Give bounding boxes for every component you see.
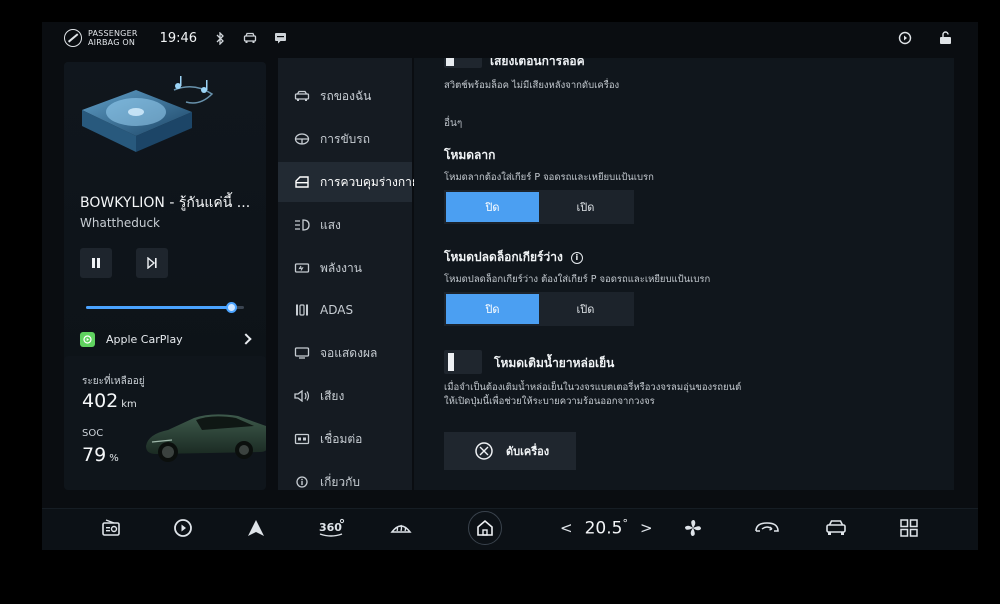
progress-knob[interactable] <box>226 302 238 313</box>
temp-increase-button[interactable]: > <box>640 519 653 537</box>
info-icon[interactable]: i <box>570 251 583 264</box>
home-button[interactable] <box>468 511 502 545</box>
soc-value: 79% <box>82 444 119 466</box>
bluetooth-icon <box>213 31 227 45</box>
song-title: BOWKYLION - รู้กันแค่นี้ ... <box>80 195 251 211</box>
adas-icon <box>296 304 308 316</box>
navigation-icon[interactable] <box>245 517 267 539</box>
settings-nav: รถของฉัน การขับรถ การควบคุมร่างกาย แสง พ… <box>278 58 419 490</box>
nav-item-display[interactable]: จอแสดงผล <box>278 333 412 373</box>
carplay-icon[interactable] <box>898 31 912 45</box>
car-icon <box>243 31 257 45</box>
nav-item-energy[interactable]: พลังงาน <box>278 248 412 288</box>
car-settings-icon[interactable] <box>825 517 847 539</box>
passenger-airbag-indicator: PASSENGER AIRBAG ON <box>64 29 138 47</box>
nav-item-about[interactable]: เกี่ยวกับ <box>278 462 412 502</box>
door-icon <box>295 176 309 188</box>
light-icon <box>295 219 310 231</box>
carplay-label: Apple CarPlay <box>106 332 183 346</box>
nav-item-driving[interactable]: การขับรถ <box>278 119 412 159</box>
fan-icon[interactable] <box>682 517 704 539</box>
nav-item-body-control[interactable]: การควบคุมร่างกาย <box>278 162 419 202</box>
lock-sound-title: เสียงเตือนการล็อค <box>490 58 585 68</box>
svg-text:360: 360 <box>319 521 342 534</box>
carplay-app-icon <box>80 331 95 347</box>
tow-mode-on-button[interactable]: เปิด <box>539 192 632 222</box>
battery-icon <box>294 263 310 273</box>
pause-icon <box>92 258 100 268</box>
nav-item-sound[interactable]: เสียง <box>278 376 412 416</box>
air-recirculation-icon[interactable] <box>754 517 780 539</box>
defrost-icon[interactable] <box>390 517 412 539</box>
neutral-mode-title: โหมดปลดล็อกเกียร์ว่าง i <box>444 248 583 267</box>
artist-name: Whattheduck <box>80 216 160 230</box>
airbag-line2: AIRBAG ON <box>88 38 136 47</box>
unlock-icon[interactable] <box>938 31 952 45</box>
nav-item-my-car[interactable]: รถของฉัน <box>278 76 412 116</box>
nav-item-connectivity[interactable]: เชื่อมต่อ <box>278 419 412 459</box>
tow-mode-selector: ปิด เปิด <box>444 190 634 224</box>
progress-fill <box>86 306 232 309</box>
next-track-button[interactable] <box>136 248 168 278</box>
lock-sound-desc: สวิตช์พร้อมล็อค ไม่มีเสียงหลังจากดับเครื… <box>444 80 620 91</box>
airbag-line1: PASSENGER <box>88 29 138 38</box>
steering-icon <box>294 133 310 145</box>
radio-icon[interactable] <box>100 517 122 539</box>
carplay-icon[interactable] <box>172 517 194 539</box>
album-art <box>82 76 214 152</box>
temperature-value: 20.5° <box>584 517 628 539</box>
coolant-mode-desc-line1: เมื่อจำเป็นต้องเติมน้ำหล่อเย็นในวงจรแบตเ… <box>444 382 742 393</box>
clock: 19:46 <box>159 30 198 46</box>
car-image <box>146 414 266 462</box>
message-icon <box>273 31 287 45</box>
chevron-right-icon <box>240 333 252 345</box>
bottom-dock: 360 < 20.5° > <box>42 508 978 550</box>
nav-item-lights[interactable]: แสง <box>278 205 412 245</box>
coolant-mode-toggle[interactable] <box>444 350 482 374</box>
coolant-mode-desc-line2: ให้เปิดปุ่มนี้เพื่อช่วยให้ระบายความร้อนอ… <box>444 396 655 407</box>
car-icon <box>294 90 310 101</box>
media-player-card[interactable]: BOWKYLION - รู้กันแค่นี้ ... Whattheduck… <box>64 62 266 364</box>
playback-progress-bar[interactable] <box>86 302 244 313</box>
lock-sound-toggle[interactable] <box>444 58 482 68</box>
neutral-mode-on-button[interactable]: เปิด <box>539 294 632 324</box>
home-icon <box>477 519 493 536</box>
section-other-heading: อื่นๆ <box>444 118 463 129</box>
nav-item-adas[interactable]: ADAS <box>278 290 412 330</box>
speaker-icon <box>294 390 310 402</box>
camera-360-icon[interactable]: 360 <box>317 517 345 539</box>
tow-mode-off-button[interactable]: ปิด <box>446 192 539 222</box>
range-value: 402 km <box>82 390 137 412</box>
connect-icon <box>294 433 310 445</box>
status-bar: PASSENGER AIRBAG ON 19:46 <box>42 22 978 58</box>
range-label: ระยะที่เหลืออยู่ <box>82 376 145 387</box>
neutral-mode-desc: โหมดปลดล็อกเกียร์ว่าง ต้องใส่เกียร์ P จอ… <box>444 274 711 285</box>
skip-next-icon <box>147 257 157 269</box>
carplay-source-link[interactable]: Apple CarPlay <box>80 330 252 348</box>
temp-decrease-button[interactable]: < <box>560 519 573 537</box>
infotainment-screen: PASSENGER AIRBAG ON 19:46 BOWKYLION - รู… <box>42 22 978 550</box>
pause-button[interactable] <box>80 248 112 278</box>
tow-mode-desc: โหมดลากต้องใส่เกียร์ P จอดรถและเหยียบแป้… <box>444 172 654 183</box>
settings-content-panel: เสียงเตือนการล็อค สวิตช์พร้อมล็อค ไม่มีเ… <box>414 58 954 490</box>
airbag-off-icon <box>64 29 82 47</box>
neutral-mode-off-button[interactable]: ปิด <box>446 294 539 324</box>
coolant-mode-title: โหมดเติมน้ำยาหล่อเย็น <box>494 356 615 370</box>
info-icon <box>296 476 308 488</box>
power-off-icon <box>475 442 493 460</box>
temperature-control: < 20.5° > <box>560 517 653 539</box>
power-off-button[interactable]: ดับเครื่อง <box>444 432 576 470</box>
apps-grid-icon[interactable] <box>898 517 920 539</box>
vehicle-status-card[interactable]: ระยะที่เหลืออยู่ 402 km SOC 79% <box>64 356 266 490</box>
display-icon <box>294 347 310 359</box>
neutral-mode-selector: ปิด เปิด <box>444 292 634 326</box>
tow-mode-title: โหมดลาก <box>444 148 496 162</box>
soc-label: SOC <box>82 428 104 439</box>
